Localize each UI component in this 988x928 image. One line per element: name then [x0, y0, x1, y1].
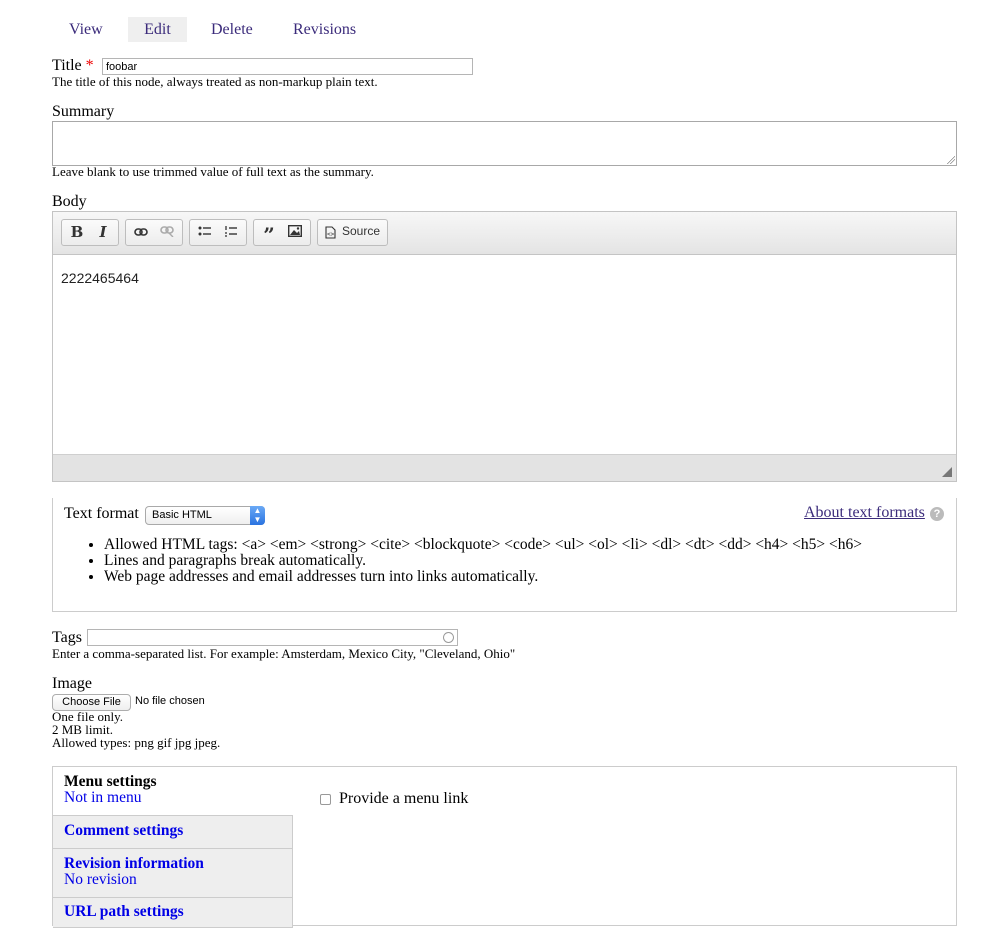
help-icon[interactable]: ?	[930, 507, 944, 521]
required-marker: *	[85, 57, 94, 74]
editor-statusbar	[53, 454, 956, 481]
source-button-label: Source	[342, 224, 381, 238]
image-icon[interactable]	[284, 222, 306, 243]
title-input[interactable]	[102, 58, 473, 75]
vertical-tab-url-path-settings[interactable]: URL path settings	[53, 898, 293, 928]
format-tips-list: Allowed HTML tags: <a> <em> <strong> <ci…	[64, 537, 862, 585]
vertical-tab-title: Comment settings	[64, 822, 184, 839]
select-arrows-icon: ▲ ▼	[250, 506, 265, 525]
vertical-tab-revision-information[interactable]: Revision information No revision	[53, 849, 293, 898]
text-format-label: Text format	[64, 505, 139, 522]
provide-menu-link-label[interactable]: Provide a menu link	[339, 790, 468, 808]
toolbar-group-formatting: B I	[61, 219, 119, 246]
summary-label: Summary	[52, 103, 115, 120]
format-tip: Lines and paragraphs break automatically…	[104, 553, 862, 569]
blockquote-icon[interactable]: ”	[258, 222, 280, 247]
italic-button[interactable]: I	[92, 222, 114, 243]
text-format-select[interactable]: Basic HTML ▲ ▼	[145, 506, 265, 525]
file-status: No file chosen	[135, 695, 205, 707]
tab-revisions[interactable]: Revisions	[281, 17, 368, 42]
bulleted-list-icon[interactable]	[194, 222, 216, 243]
resize-grip-icon[interactable]	[947, 156, 955, 164]
body-label: Body	[52, 193, 87, 210]
vertical-tab-comment-settings[interactable]: Comment settings	[53, 816, 293, 849]
unlink-icon[interactable]	[156, 222, 178, 243]
title-label: Title *	[52, 57, 94, 75]
source-button[interactable]: <> Source	[317, 219, 388, 246]
text-format-selected: Basic HTML	[152, 509, 212, 521]
vertical-tab-title: URL path settings	[64, 903, 184, 920]
toolbar-group-lists	[189, 219, 247, 246]
vertical-tab-summary: No revision	[64, 871, 137, 888]
format-tip: Allowed HTML tags: <a> <em> <strong> <ci…	[104, 537, 862, 553]
summary-textarea[interactable]	[52, 121, 957, 166]
vertical-tab-summary: Not in menu	[64, 789, 142, 806]
source-icon: <>	[325, 226, 336, 244]
tags-description: Enter a comma-separated list. For exampl…	[52, 646, 516, 661]
format-tip: Web page addresses and email addresses t…	[104, 569, 862, 585]
toolbar-group-media: ”	[253, 219, 311, 247]
tab-edit[interactable]: Edit	[128, 17, 187, 42]
link-icon[interactable]	[130, 222, 152, 243]
image-label: Image	[52, 675, 92, 692]
svg-text:<>: <>	[327, 231, 335, 238]
image-note: Allowed types: png gif jpg jpeg.	[52, 735, 221, 750]
title-label-text: Title	[52, 57, 82, 74]
toolbar-group-links	[125, 219, 183, 246]
title-description: The title of this node, always treated a…	[52, 74, 378, 89]
body-editor: B I ” <> Source 2222465464	[52, 211, 957, 482]
numbered-list-icon[interactable]	[220, 222, 242, 243]
editor-content[interactable]: 2222465464	[61, 270, 139, 286]
tab-delete[interactable]: Delete	[199, 17, 265, 42]
provide-menu-link-checkbox[interactable]	[320, 794, 331, 805]
editor-resize-handle-icon[interactable]	[942, 467, 952, 477]
autocomplete-throbber-icon	[443, 632, 454, 643]
tags-label: Tags	[52, 629, 82, 646]
vertical-tab-menu-settings[interactable]: Menu settings Not in menu	[53, 767, 293, 816]
bold-button[interactable]: B	[66, 222, 88, 243]
tab-view[interactable]: View	[57, 17, 115, 42]
tags-input[interactable]	[87, 629, 458, 646]
editor-toolbar: B I ” <> Source	[53, 212, 956, 255]
about-text-formats-link[interactable]: About text formats	[804, 504, 925, 522]
summary-description: Leave blank to use trimmed value of full…	[52, 164, 374, 179]
